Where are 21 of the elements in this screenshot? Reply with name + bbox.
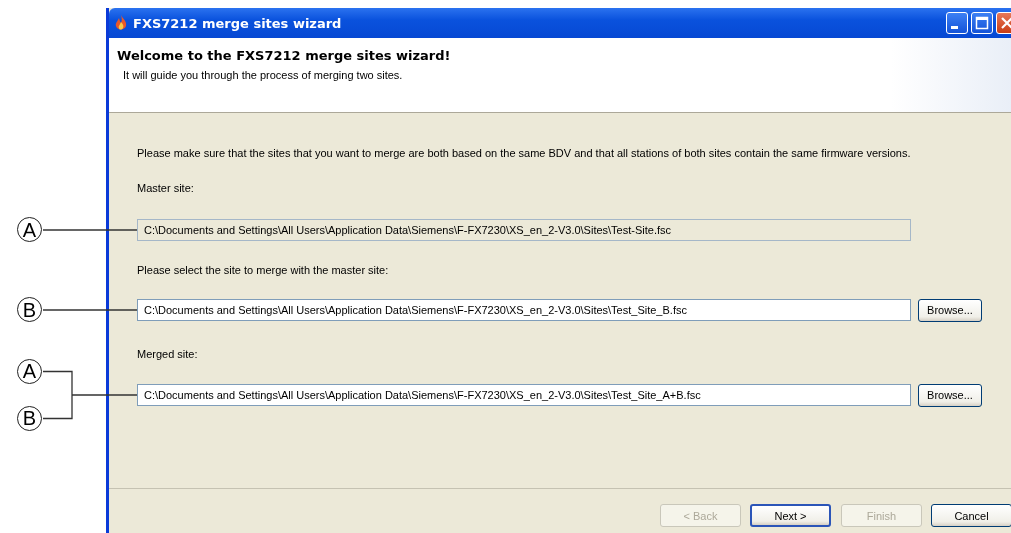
callout-label: A: [17, 358, 42, 384]
browse-button[interactable]: Browse...: [918, 383, 982, 407]
maximize-button[interactable]: [971, 12, 993, 34]
minimize-icon: [951, 26, 958, 29]
instruction-text: Please make sure that the sites that you want to merge are both based on the same BDV and that all stations of both sites contain the same firmware versions.: [137, 146, 912, 161]
wizard-button[interactable]: Next >: [750, 504, 831, 527]
path-field[interactable]: C:\Documents and Settings\All Users\Application Data\Siemens\F-FX7230\XS_en_2-V3.0\Sites\Test_Site_A+B.fsc: [137, 384, 911, 406]
flame-icon: [115, 15, 127, 31]
callout-label: B: [17, 405, 42, 431]
minimize-button[interactable]: [946, 12, 968, 34]
callout-label: B: [17, 297, 42, 322]
wizard-heading: Welcome to the FXS7212 merge sites wizard!: [117, 48, 452, 63]
field-label: Merged site:: [137, 347, 199, 362]
wizard-subtitle: It will guide you through the process of merging two sites.: [122, 69, 404, 81]
browse-button[interactable]: Browse...: [918, 298, 982, 322]
path-field[interactable]: C:\Documents and Settings\All Users\Application Data\Siemens\F-FX7230\XS_en_2-V3.0\Sites\Test_Site_B.fsc: [137, 299, 911, 321]
callout-label: A: [17, 217, 42, 242]
field-label: Master site:: [137, 181, 195, 196]
field-label: Please select the site to merge with the master site:: [137, 263, 390, 278]
window-title: FXS7212 merge sites wizard: [133, 15, 342, 31]
wizard-button[interactable]: Cancel: [931, 504, 1011, 527]
